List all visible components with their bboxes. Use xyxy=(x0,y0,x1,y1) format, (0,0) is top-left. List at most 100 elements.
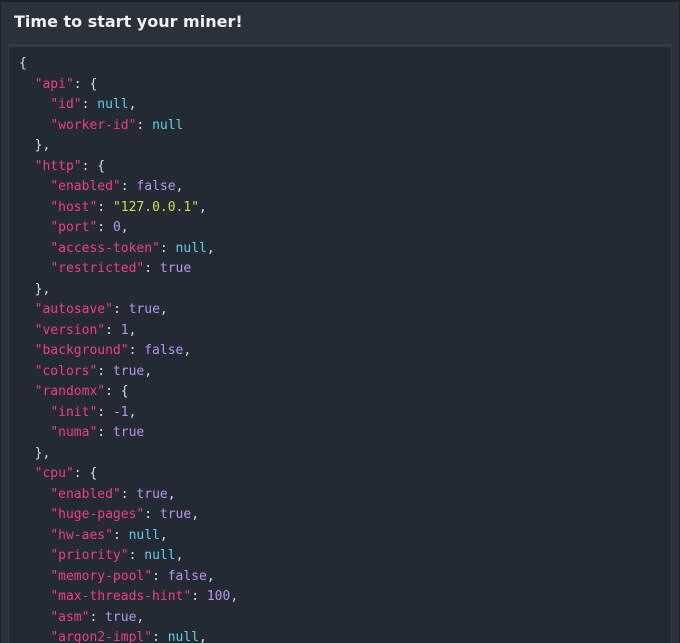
code-line: "api": { xyxy=(19,75,238,96)
json-punctuation: }, xyxy=(34,281,51,297)
json-key: "version" xyxy=(34,322,106,338)
json-punctuation: , xyxy=(144,363,153,379)
json-boolean-value: true xyxy=(159,507,192,522)
json-null-value: null xyxy=(128,527,160,543)
json-punctuation: : xyxy=(97,425,113,440)
json-punctuation: : xyxy=(152,630,168,643)
config-code-block[interactable]: { "api": { "id": null, "worker-id": null… xyxy=(8,44,672,643)
code-line: "port": 0, xyxy=(19,218,238,239)
json-key: "argon2-impl" xyxy=(50,630,153,643)
json-key: "numa" xyxy=(50,425,98,440)
code-line: }, xyxy=(19,444,238,465)
json-punctuation: , xyxy=(175,179,184,194)
code-line: "numa": true xyxy=(19,423,238,444)
json-boolean-value: true xyxy=(136,486,168,502)
code-line: "version": 1, xyxy=(19,321,238,342)
json-punctuation: : xyxy=(81,97,98,112)
code-line: "init": -1, xyxy=(19,403,238,424)
json-boolean-value: false xyxy=(136,179,176,194)
code-line: }, xyxy=(19,136,238,157)
code-line: "id": null, xyxy=(19,95,238,116)
json-punctuation: , xyxy=(159,302,168,317)
json-boolean-value: true xyxy=(105,609,137,625)
code-line: "memory-pool": false, xyxy=(19,567,238,588)
code-line: "enabled": false, xyxy=(19,177,238,198)
json-punctuation: , xyxy=(159,527,168,543)
json-punctuation: , xyxy=(206,568,215,584)
json-key: "port" xyxy=(50,220,98,235)
code-line: "http": { xyxy=(19,157,238,178)
code-line: "hw-aes": null, xyxy=(19,526,238,547)
json-key: "enabled" xyxy=(50,179,121,194)
json-null-value: null xyxy=(175,240,207,256)
json-string-value: "127.0.0.1" xyxy=(112,199,200,215)
code-line: { xyxy=(19,54,238,75)
json-punctuation: : { xyxy=(73,466,98,481)
json-punctuation: , xyxy=(206,240,215,256)
json-punctuation: , xyxy=(183,343,192,358)
json-key: "access-token" xyxy=(50,240,160,256)
code-line: "access-token": null, xyxy=(19,239,238,260)
json-number-value: 100 xyxy=(206,589,231,604)
json-key: "cpu" xyxy=(34,466,74,481)
json-punctuation: : xyxy=(112,527,129,543)
json-punctuation: : xyxy=(112,302,129,317)
json-key: "asm" xyxy=(50,609,90,625)
json-boolean-value: true xyxy=(159,261,192,276)
json-null-value: null xyxy=(167,630,200,643)
miner-config-panel: Time to start your miner! { "api": { "id… xyxy=(0,2,680,643)
code-line: "huge-pages": true, xyxy=(19,505,238,526)
json-punctuation: , xyxy=(199,630,207,643)
code-line: "colors": true, xyxy=(19,362,238,383)
json-boolean-value: true xyxy=(112,363,145,379)
json-punctuation: }, xyxy=(34,138,51,153)
json-punctuation: : xyxy=(159,240,176,256)
json-punctuation: : xyxy=(144,507,160,522)
json-key: "init" xyxy=(50,404,98,420)
json-punctuation: , xyxy=(199,199,207,215)
json-key: "huge-pages" xyxy=(50,507,145,522)
json-key: "worker-id" xyxy=(50,117,137,133)
json-number-value: 1 xyxy=(120,322,129,338)
code-line: "cpu": { xyxy=(19,464,238,485)
json-punctuation: : xyxy=(97,404,113,420)
json-boolean-value: true xyxy=(112,425,145,440)
json-boolean-value: false xyxy=(144,343,184,358)
json-key: "background" xyxy=(34,343,129,358)
json-punctuation: : { xyxy=(105,384,129,399)
code-line: "autosave": true, xyxy=(19,300,238,321)
config-json-text[interactable]: { "api": { "id": null, "worker-id": null… xyxy=(19,54,238,643)
code-line: }, xyxy=(19,280,238,301)
code-line: "restricted": true xyxy=(19,259,238,280)
json-key: "hw-aes" xyxy=(50,527,113,543)
code-line: "asm": true, xyxy=(19,608,238,629)
json-punctuation: : xyxy=(128,343,145,358)
json-punctuation: , xyxy=(191,507,200,522)
json-punctuation: : { xyxy=(73,76,98,92)
json-key: "id" xyxy=(50,97,82,112)
json-punctuation: : xyxy=(120,179,137,194)
json-punctuation: : { xyxy=(81,158,106,174)
json-key: "max-threads-hint" xyxy=(50,589,192,604)
json-null-value: null xyxy=(152,117,184,133)
